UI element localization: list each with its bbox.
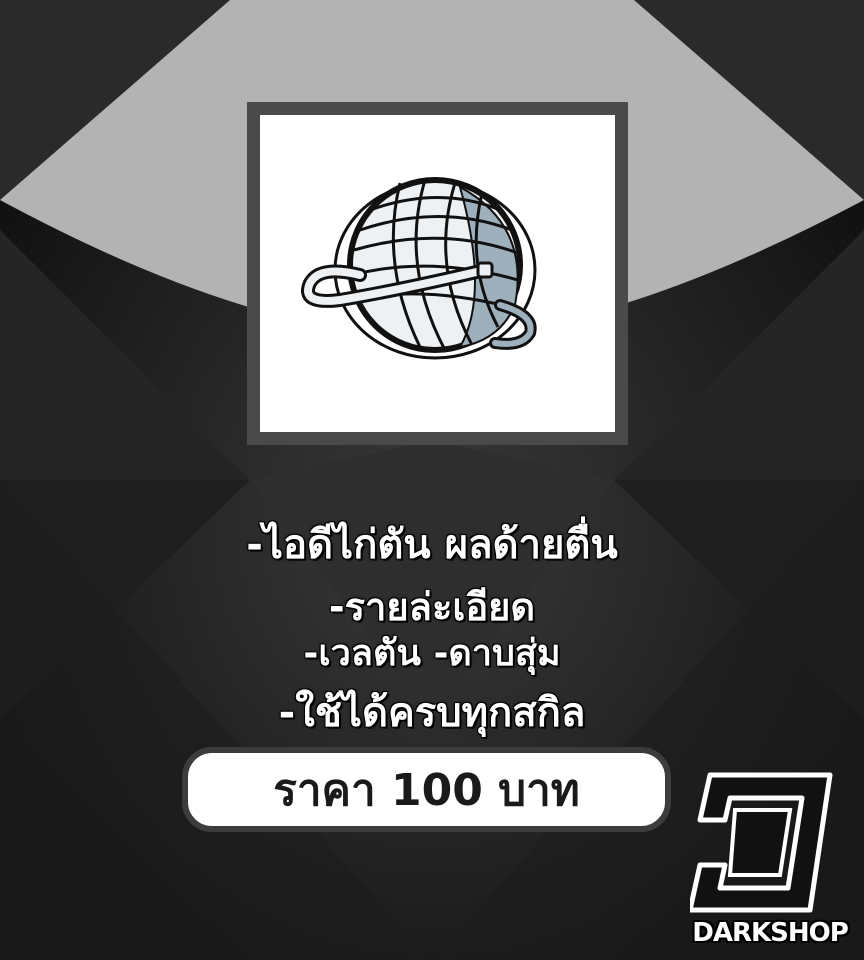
- brand-name: DARKSHOP: [692, 918, 849, 948]
- price-text: ราคา 100 บาท: [273, 764, 580, 816]
- darkshop-logo: DARKSHOP: [690, 770, 849, 960]
- yarn-ball-icon: [301, 177, 537, 360]
- level-weapon-line: -เวลตัน -ดาบสุ่ม: [303, 633, 561, 674]
- product-image-frame: [247, 102, 628, 445]
- skills-line: -ใช้ได้ครบทุกสกิล: [278, 690, 586, 736]
- product-image: [260, 115, 615, 432]
- d-logo-icon: [690, 772, 833, 913]
- title-part-1: -ไอดีไก่ตัน: [246, 522, 431, 568]
- title-part-2: ผลด้ายตื่น: [444, 522, 618, 568]
- price-badge: ราคา 100 บาท: [182, 747, 671, 832]
- title-line: -ไอดีไก่ตัน ผลด้ายตื่น: [0, 512, 864, 576]
